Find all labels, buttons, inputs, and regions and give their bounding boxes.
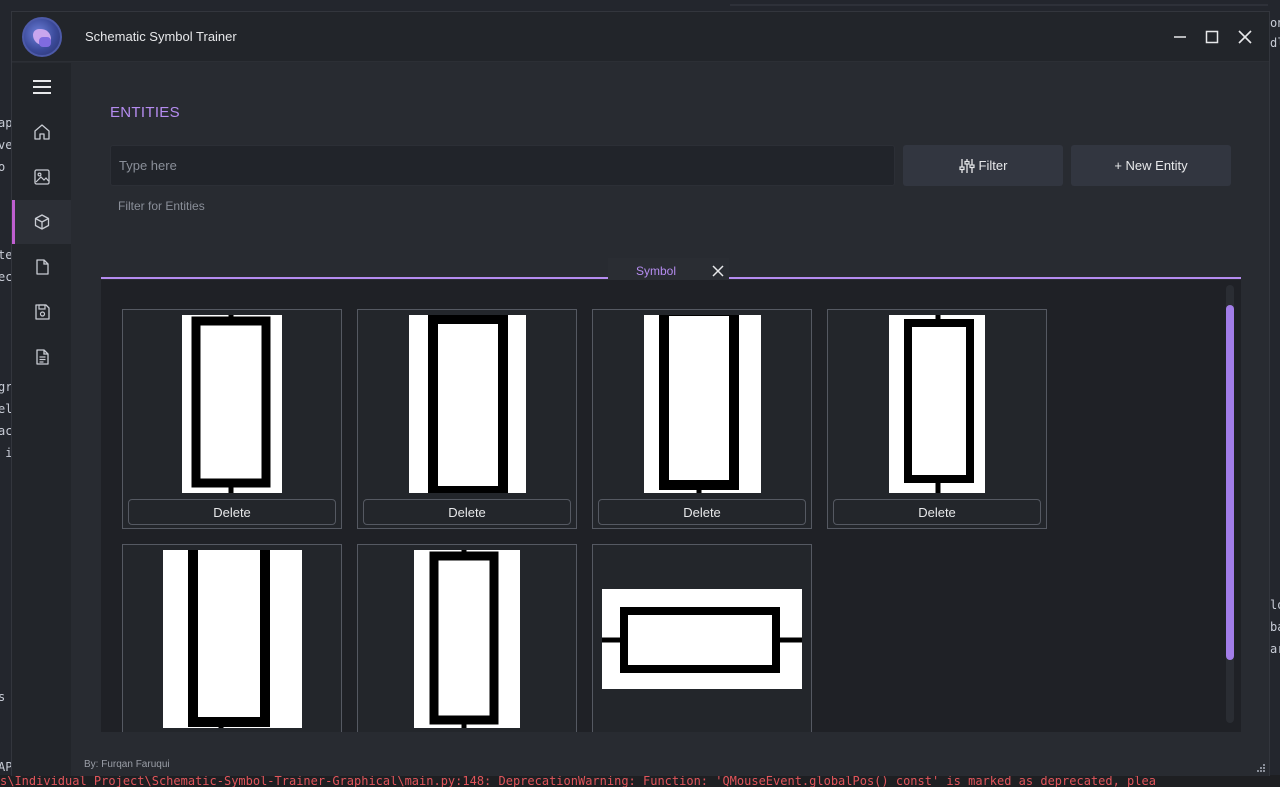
cube-icon <box>34 214 49 230</box>
terminal-warning-text: s\Individual Project\Schematic-Symbol-Tr… <box>0 775 1280 787</box>
main-content: ENTITIES Filter + New Entity Filter for … <box>71 63 1269 776</box>
maximize-icon <box>1205 30 1219 44</box>
resistor-symbol-image <box>182 315 282 493</box>
filter-button-label: Filter <box>978 158 1008 173</box>
symbol-card[interactable] <box>122 544 342 732</box>
image-icon <box>33 169 50 185</box>
sidebar-item-report[interactable] <box>12 335 71 379</box>
symbol-card[interactable]: Delete <box>357 309 577 529</box>
resistor-symbol-image <box>414 550 520 728</box>
app-window: Schematic Symbol Trainer ENTITIES Type h… <box>11 11 1270 776</box>
symbol-card[interactable] <box>592 544 812 732</box>
window-title: Schematic Symbol Trainer <box>85 29 237 44</box>
resistor-symbol-image <box>644 315 761 493</box>
sidebar-item-documents[interactable] <box>12 245 71 289</box>
sidebar <box>12 63 71 776</box>
symbol-grid[interactable]: Delete Delete Delete Delete <box>101 280 1241 732</box>
close-button[interactable] <box>1233 25 1257 49</box>
title-bar[interactable]: Schematic Symbol Trainer <box>12 12 1269 62</box>
delete-button[interactable]: Delete <box>598 499 806 525</box>
tab-symbol-label: Symbol <box>636 264 677 278</box>
resistor-symbol-image <box>163 550 302 728</box>
sliders-icon <box>958 158 975 173</box>
symbol-card[interactable] <box>357 544 577 732</box>
search-input[interactable] <box>110 145 895 186</box>
sidebar-item-home[interactable] <box>12 110 71 154</box>
home-icon <box>33 124 50 140</box>
resistor-symbol-image <box>409 315 526 493</box>
delete-button[interactable]: Delete <box>128 499 336 525</box>
sidebar-item-images[interactable] <box>12 155 71 199</box>
symbol-card[interactable]: Delete <box>827 309 1047 529</box>
new-entity-button[interactable]: + New Entity <box>1071 145 1231 186</box>
footer-credit: By: Furqan Faruqui <box>84 759 170 770</box>
tab-close-icon[interactable] <box>710 263 726 279</box>
sidebar-menu-toggle[interactable] <box>12 65 71 109</box>
app-logo-icon <box>22 17 62 57</box>
scrollbar-thumb[interactable] <box>1226 305 1234 660</box>
delete-button[interactable]: Delete <box>833 499 1041 525</box>
sidebar-item-entities[interactable] <box>12 200 71 244</box>
symbol-card[interactable]: Delete <box>592 309 812 529</box>
grid-scrollbar[interactable] <box>1226 285 1234 723</box>
close-icon <box>1238 30 1252 44</box>
file-text-icon <box>35 349 49 365</box>
filter-hint: Filter for Entities <box>118 199 205 213</box>
resistor-symbol-image <box>889 315 985 493</box>
page-title: ENTITIES <box>110 104 180 121</box>
delete-button[interactable]: Delete <box>363 499 571 525</box>
resize-grip-icon[interactable] <box>1256 763 1266 773</box>
file-icon <box>35 259 49 275</box>
sidebar-item-save[interactable] <box>12 290 71 334</box>
save-icon <box>34 304 50 320</box>
minimize-icon <box>1174 36 1186 38</box>
hamburger-menu-icon <box>32 80 51 94</box>
new-entity-button-label: + New Entity <box>1114 158 1188 173</box>
symbol-card[interactable]: Delete <box>122 309 342 529</box>
minimize-button[interactable] <box>1168 25 1192 49</box>
maximize-button[interactable] <box>1200 25 1224 49</box>
resistor-symbol-image <box>602 589 802 689</box>
filter-button[interactable]: Filter <box>903 145 1063 186</box>
